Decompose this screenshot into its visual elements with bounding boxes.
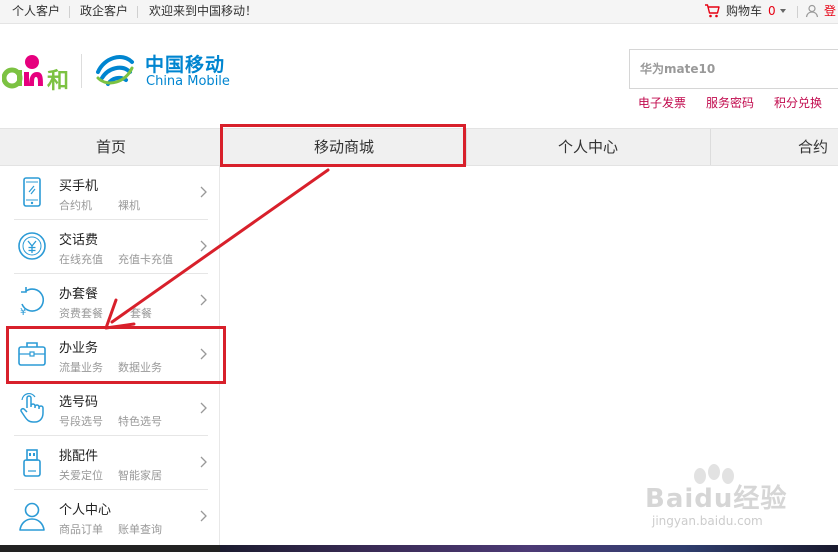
chevron-down-icon[interactable] (780, 9, 786, 13)
chevron-right-icon (200, 510, 207, 522)
sidebar-item-title: 个人中心 (59, 503, 112, 518)
login-link[interactable]: 登 (824, 0, 836, 23)
user-icon[interactable] (805, 4, 819, 18)
logo-divider (81, 54, 82, 88)
topbar-divider (69, 6, 70, 18)
personal-customer-link[interactable]: 个人客户 (12, 0, 60, 23)
china-mobile-cn-name: 中国移动 (145, 54, 226, 76)
topbar-divider (797, 6, 798, 18)
tariff-plan-link[interactable]: 资费套餐 (59, 305, 103, 321)
sidebar-item-title: 办套餐 (59, 287, 99, 302)
topbar-divider (137, 6, 138, 18)
china-mobile-logo-icon[interactable] (94, 50, 138, 90)
sidebar-item-title: 选号码 (59, 395, 99, 410)
search-input[interactable] (630, 50, 838, 88)
smart-home-link[interactable]: 智能家居 (118, 467, 162, 483)
banner-bottom-strip (220, 545, 838, 552)
sidebar-item-title: 交话费 (59, 233, 99, 248)
baidu-watermark-url: jingyan.baidu.com (652, 514, 763, 528)
usb-accessory-icon (23, 449, 41, 477)
product-order-link[interactable]: 商品订单 (59, 521, 103, 537)
phone-icon (23, 177, 41, 207)
care-location-link[interactable]: 关爱定位 (59, 467, 103, 483)
chevron-right-icon (200, 402, 207, 414)
segment-number-link[interactable]: 号段选号 (59, 413, 103, 429)
cart-label[interactable]: 购物车 (726, 0, 762, 23)
chevron-right-icon (200, 294, 207, 306)
and-brand-logo[interactable]: 和 (2, 48, 72, 92)
sidebar-item-pay-bill[interactable]: 交话费 在线充值 充值卡充值 (14, 220, 208, 274)
bare-phone-link[interactable]: 裸机 (118, 197, 140, 213)
tab-personal-center[interactable]: 个人中心 (466, 129, 710, 165)
sidebar-item-plan[interactable]: ¥ 办套餐 资费套餐 套餐 (14, 274, 208, 328)
chevron-right-icon (200, 240, 207, 252)
sidebar-item-title: 挑配件 (59, 449, 99, 464)
sidebar-item-buy-phone[interactable]: 买手机 合约机 裸机 (14, 166, 208, 220)
nav-divider (710, 129, 711, 165)
highlight-box-services (6, 326, 226, 384)
online-recharge-link[interactable]: 在线充值 (59, 251, 103, 267)
sidebar-item-personal-center[interactable]: 个人中心 商品订单 账单查询 (14, 490, 208, 544)
user-icon (19, 502, 45, 531)
service-password-link[interactable]: 服务密码 (706, 94, 754, 111)
chevron-right-icon (200, 186, 207, 198)
cart-count: 0 (768, 4, 776, 18)
cart-icon[interactable] (704, 3, 720, 19)
sidebar-item-accessories[interactable]: 挑配件 关爱定位 智能家居 (14, 436, 208, 490)
china-mobile-en-name: China Mobile (146, 74, 230, 89)
svg-text:和: 和 (47, 69, 69, 92)
search-box[interactable] (629, 49, 838, 89)
enterprise-customer-link[interactable]: 政企客户 (80, 0, 128, 23)
points-exchange-link[interactable]: 积分兑换 (774, 94, 822, 111)
card-recharge-link[interactable]: 充值卡充值 (118, 251, 173, 267)
sidebar-bottom-strip (0, 545, 220, 552)
top-bar: 个人客户 政企客户 欢迎来到中国移动！ 购物车 0 登 (0, 0, 838, 24)
package-refresh-icon: ¥ (20, 287, 45, 316)
tab-contract[interactable]: 合约 (798, 129, 838, 165)
tab-home[interactable]: 首页 (0, 129, 222, 165)
sidebar-item-choose-number[interactable]: 选号码 号段选号 特色选号 (14, 382, 208, 436)
highlight-box-mall-tab (220, 124, 466, 167)
touch-hand-icon (20, 392, 44, 423)
bill-inquiry-link[interactable]: 账单查询 (118, 521, 162, 537)
baidu-watermark: Baidu经验 (645, 484, 788, 514)
plan-link[interactable]: 套餐 (130, 305, 152, 321)
welcome-text: 欢迎来到中国移动！ (149, 4, 258, 18)
e-invoice-link[interactable]: 电子发票 (638, 94, 686, 111)
special-number-link[interactable]: 特色选号 (118, 413, 162, 429)
svg-text:¥: ¥ (20, 307, 26, 316)
sidebar-item-title: 买手机 (59, 179, 99, 194)
chevron-right-icon (200, 456, 207, 468)
contract-phone-link[interactable]: 合约机 (59, 197, 92, 213)
yuan-coin-icon (18, 232, 46, 260)
